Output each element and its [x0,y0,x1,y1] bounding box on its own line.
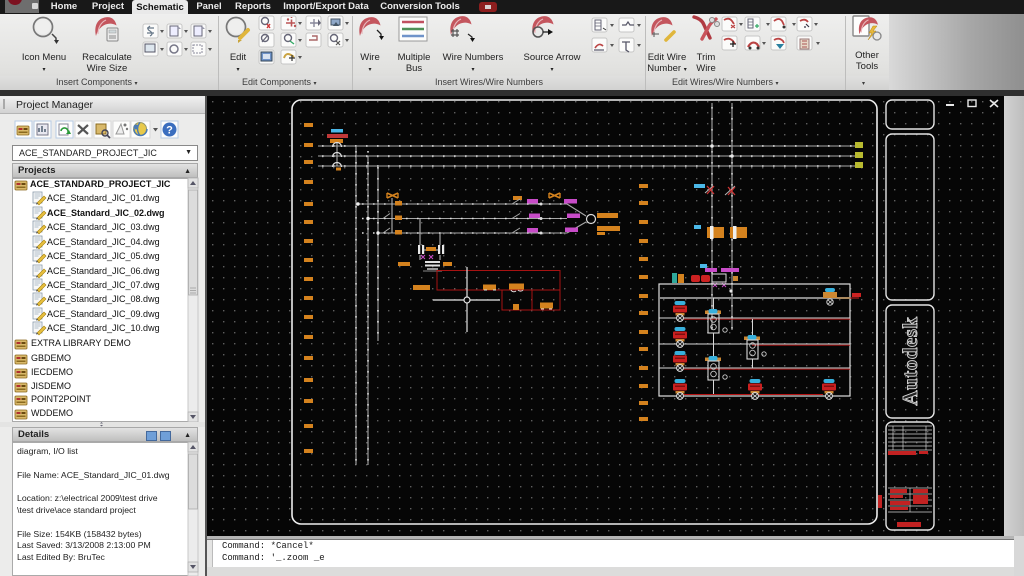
svg-text:?: ? [166,125,173,137]
svg-text:Autodesk: Autodesk [898,316,922,405]
